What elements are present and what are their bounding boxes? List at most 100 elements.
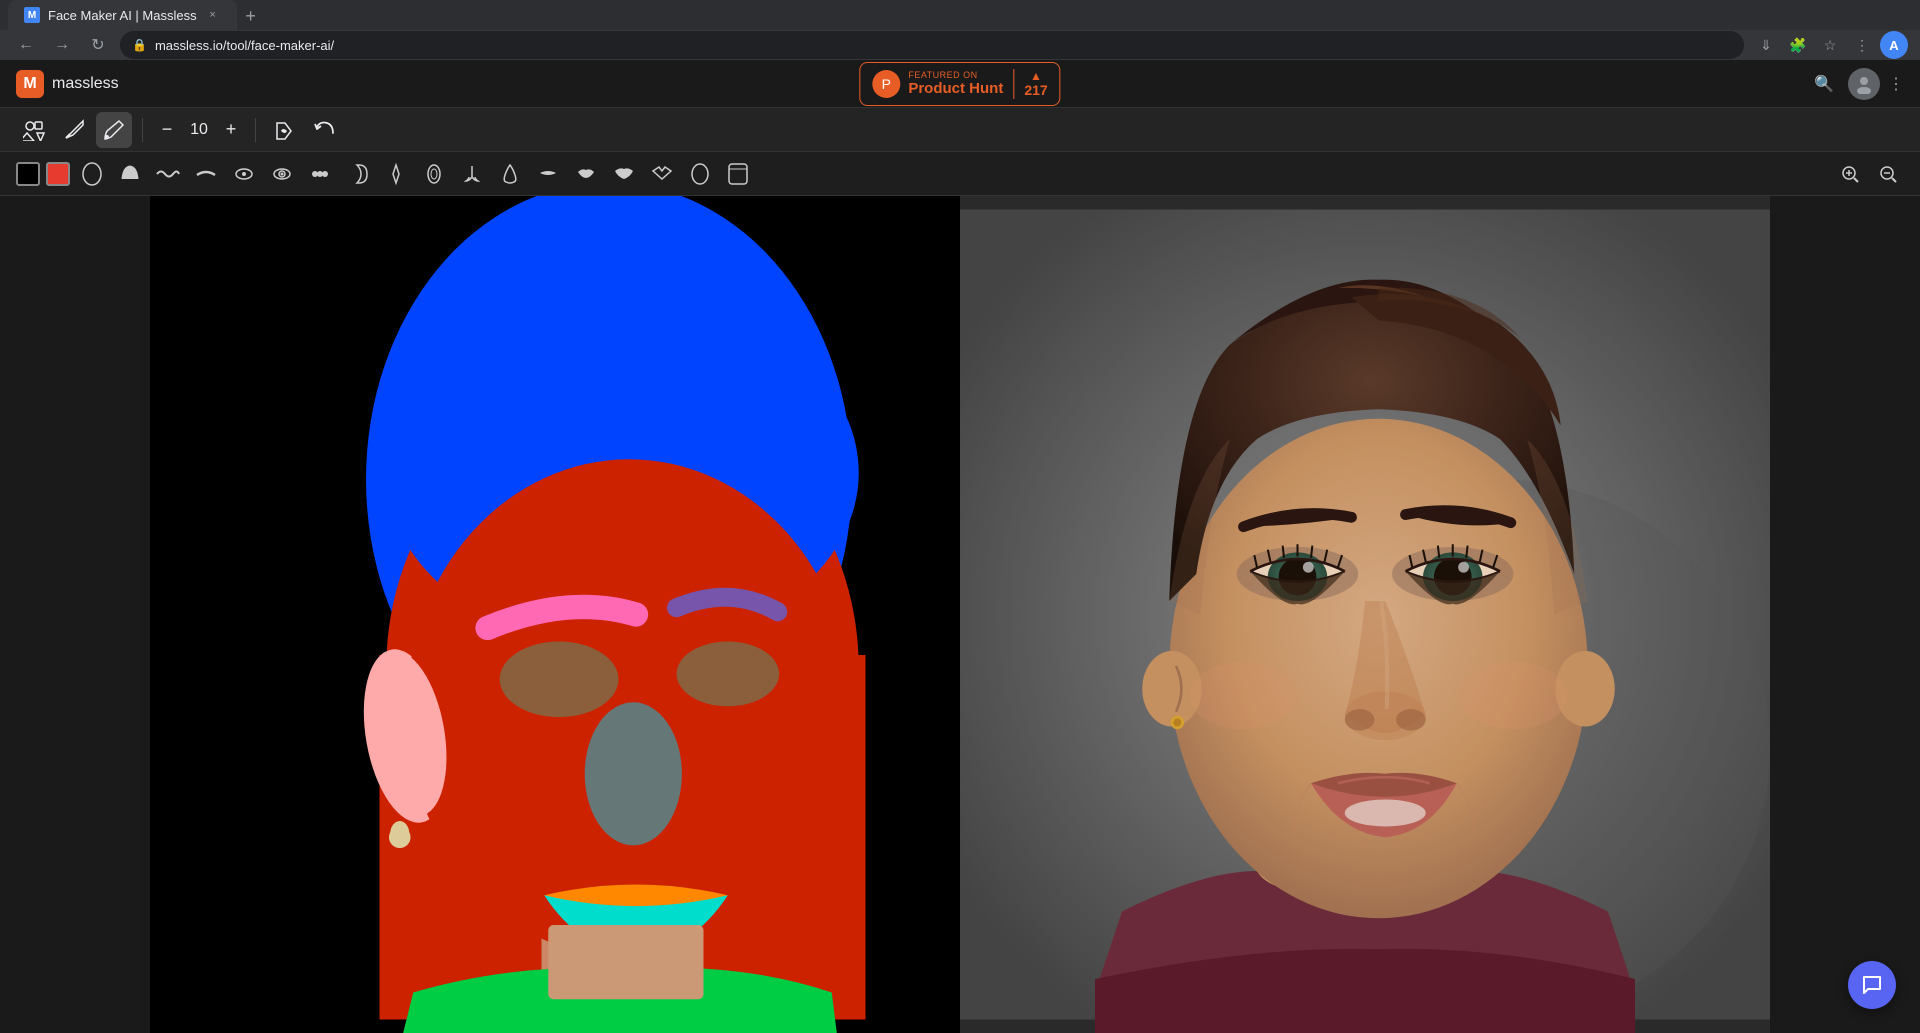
eye-dots-shape[interactable]: [304, 158, 336, 190]
eye-dots-icon: [307, 161, 333, 187]
product-hunt-text: FEATURED ON Product Hunt: [908, 70, 1003, 97]
logo-area: M massless: [16, 70, 119, 98]
chat-icon: [1860, 973, 1884, 997]
new-tab-button[interactable]: +: [237, 2, 265, 30]
url-text: massless.io/tool/face-maker-ai/: [155, 38, 334, 53]
hair-wave-icon: [155, 161, 181, 187]
eye-open-shape[interactable]: [266, 158, 298, 190]
lips-thin-shape[interactable]: [532, 158, 564, 190]
header-right: 🔍 ⋮: [1808, 68, 1904, 100]
active-tab[interactable]: M Face Maker AI | Massless ×: [8, 0, 237, 30]
lock-icon: 🔒: [132, 38, 147, 52]
ear-shape[interactable]: [342, 158, 374, 190]
ear-right-shape[interactable]: [418, 158, 450, 190]
product-hunt-count: 217: [1024, 82, 1047, 98]
ear-right-icon: [421, 161, 447, 187]
earring-shape[interactable]: [380, 158, 412, 190]
main-toolbar: − 10 +: [0, 108, 1920, 152]
result-photo-svg: [960, 196, 1770, 1033]
more-browser-button[interactable]: ⋮: [1848, 31, 1876, 59]
brush-tool-button[interactable]: [96, 112, 132, 148]
chat-button[interactable]: [1848, 961, 1896, 1009]
product-hunt-logo-icon: P: [882, 76, 891, 92]
more-menu-button[interactable]: ⋮: [1888, 74, 1904, 94]
eyebrow-line-icon: [193, 161, 219, 187]
mouth-shape-button[interactable]: [646, 158, 678, 190]
mouth-shape-icon: [649, 161, 675, 187]
address-bar[interactable]: 🔒 massless.io/tool/face-maker-ai/: [120, 31, 1744, 59]
drawing-canvas-area[interactable]: [150, 196, 960, 1033]
zoom-out-button[interactable]: [1872, 158, 1904, 190]
face-outline-icon: [79, 161, 105, 187]
tab-close-button[interactable]: ×: [205, 7, 221, 23]
lips-thick-icon: [611, 161, 637, 187]
tab-favicon: M: [24, 7, 40, 23]
back-button[interactable]: ←: [12, 31, 40, 59]
shapes-icon: [23, 119, 45, 141]
eye-closed-shape[interactable]: [228, 158, 260, 190]
product-hunt-logo: P: [872, 70, 900, 98]
brush-icon: [103, 119, 125, 141]
zoom-in-button[interactable]: [1834, 158, 1866, 190]
pen-tool-button[interactable]: [56, 112, 92, 148]
user-avatar[interactable]: [1848, 68, 1880, 100]
face-outline-shape[interactable]: [76, 158, 108, 190]
ear-icon: [345, 161, 371, 187]
nose-large-shape[interactable]: [494, 158, 526, 190]
nose-small-shape[interactable]: [456, 158, 488, 190]
download-button[interactable]: ⇓: [1752, 31, 1780, 59]
pen-icon: [63, 119, 85, 141]
eyebrow-line-shape[interactable]: [190, 158, 222, 190]
logo-text: massless: [52, 75, 119, 93]
chin-shape[interactable]: [684, 158, 716, 190]
lips-medium-shape[interactable]: [570, 158, 602, 190]
chin-icon: [687, 161, 713, 187]
undo-icon: [313, 119, 335, 141]
toolbar-separator-1: [142, 118, 143, 142]
hair-wave-shape[interactable]: [152, 158, 184, 190]
app-header: M massless P FEATURED ON Product Hunt ▲ …: [0, 60, 1920, 108]
brush-size-control: − 10 +: [153, 116, 245, 144]
face-square-icon: [725, 161, 751, 187]
shapes-tool-button[interactable]: [16, 112, 52, 148]
product-hunt-count-area: ▲ 217: [1024, 70, 1047, 98]
browser-actions: ⇓ 🧩 ☆ ⋮ A: [1752, 31, 1908, 59]
extensions-button[interactable]: 🧩: [1784, 31, 1812, 59]
product-hunt-name: Product Hunt: [908, 80, 1003, 97]
undo-button[interactable]: [306, 112, 342, 148]
main-area: [0, 196, 1920, 1033]
profile-button[interactable]: A: [1880, 31, 1908, 59]
lips-medium-icon: [573, 161, 599, 187]
product-hunt-left: P FEATURED ON Product Hunt: [872, 70, 1003, 98]
face-drawing-svg: [150, 196, 960, 1033]
brush-size-plus-button[interactable]: +: [217, 116, 245, 144]
shape-toolbar: [0, 152, 1920, 196]
nose-large-icon: [497, 161, 523, 187]
browser-chrome: M Face Maker AI | Massless × + ← → ↻ 🔒 m…: [0, 0, 1920, 60]
logo-icon: M: [16, 70, 44, 98]
left-sidebar: [0, 196, 150, 1033]
fill-tool-button[interactable]: [266, 112, 302, 148]
product-hunt-badge[interactable]: P FEATURED ON Product Hunt ▲ 217: [859, 62, 1060, 106]
lips-thick-shape[interactable]: [608, 158, 640, 190]
brush-size-minus-button[interactable]: −: [153, 116, 181, 144]
right-sidebar: [1770, 196, 1920, 1033]
tab-bar: M Face Maker AI | Massless × +: [0, 0, 1920, 30]
color-black-swatch[interactable]: [16, 162, 40, 186]
product-hunt-arrow: ▲: [1030, 70, 1042, 82]
hair-top-icon: [117, 161, 143, 187]
face-square-shape[interactable]: [722, 158, 754, 190]
toolbar-separator-2: [255, 118, 256, 142]
fill-icon: [273, 119, 295, 141]
color-red-swatch[interactable]: [46, 162, 70, 186]
forward-button[interactable]: →: [48, 31, 76, 59]
lips-thin-icon: [535, 161, 561, 187]
search-header-button[interactable]: 🔍: [1808, 68, 1840, 100]
eye-closed-icon: [231, 161, 257, 187]
brush-size-value: 10: [187, 121, 211, 139]
bookmark-button[interactable]: ☆: [1816, 31, 1844, 59]
hair-top-shape[interactable]: [114, 158, 146, 190]
product-hunt-featured-text: FEATURED ON: [908, 70, 1003, 80]
refresh-button[interactable]: ↻: [84, 31, 112, 59]
earring-icon: [383, 161, 409, 187]
